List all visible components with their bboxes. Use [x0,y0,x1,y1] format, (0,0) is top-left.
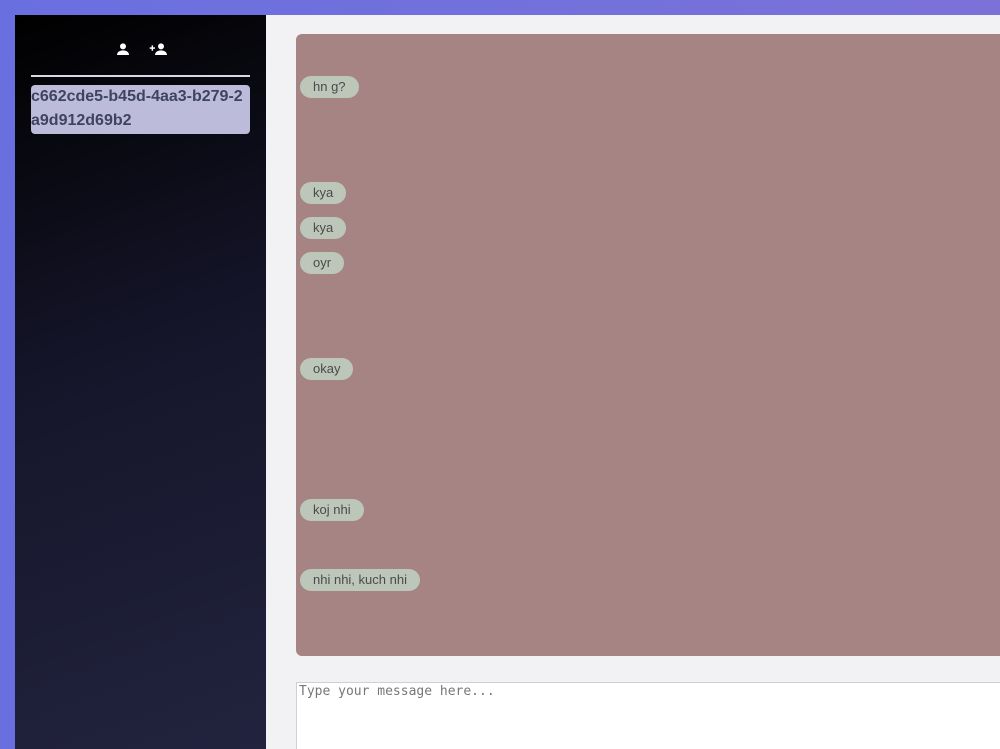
message-bubble: oyr [300,252,345,274]
message-bubble: kya [300,182,347,204]
message-list: hn g? kya kya oyr okay koj nhi nhi nhi, … [296,34,1000,656]
room-list: c662cde5-b45d-4aa3-b279-2a9d912d69b2 [15,77,266,134]
message-bubble: koj nhi [300,499,364,521]
room-item-selected[interactable]: c662cde5-b45d-4aa3-b279-2a9d912d69b2 [31,85,250,134]
chat-panel: hn g? kya kya oyr okay koj nhi nhi nhi, … [266,15,1000,749]
person-add-icon[interactable] [148,38,170,60]
message-bubble: nhi nhi, kuch nhi [300,569,420,591]
message-input[interactable] [296,682,1000,749]
message-bubble: kya [300,217,347,239]
sidebar: c662cde5-b45d-4aa3-b279-2a9d912d69b2 [15,15,266,749]
sidebar-actions [15,15,266,75]
app-window: c662cde5-b45d-4aa3-b279-2a9d912d69b2 hn … [15,15,1000,749]
message-bubble: okay [300,358,354,380]
person-icon[interactable] [112,38,134,60]
message-bubble: hn g? [300,76,359,98]
